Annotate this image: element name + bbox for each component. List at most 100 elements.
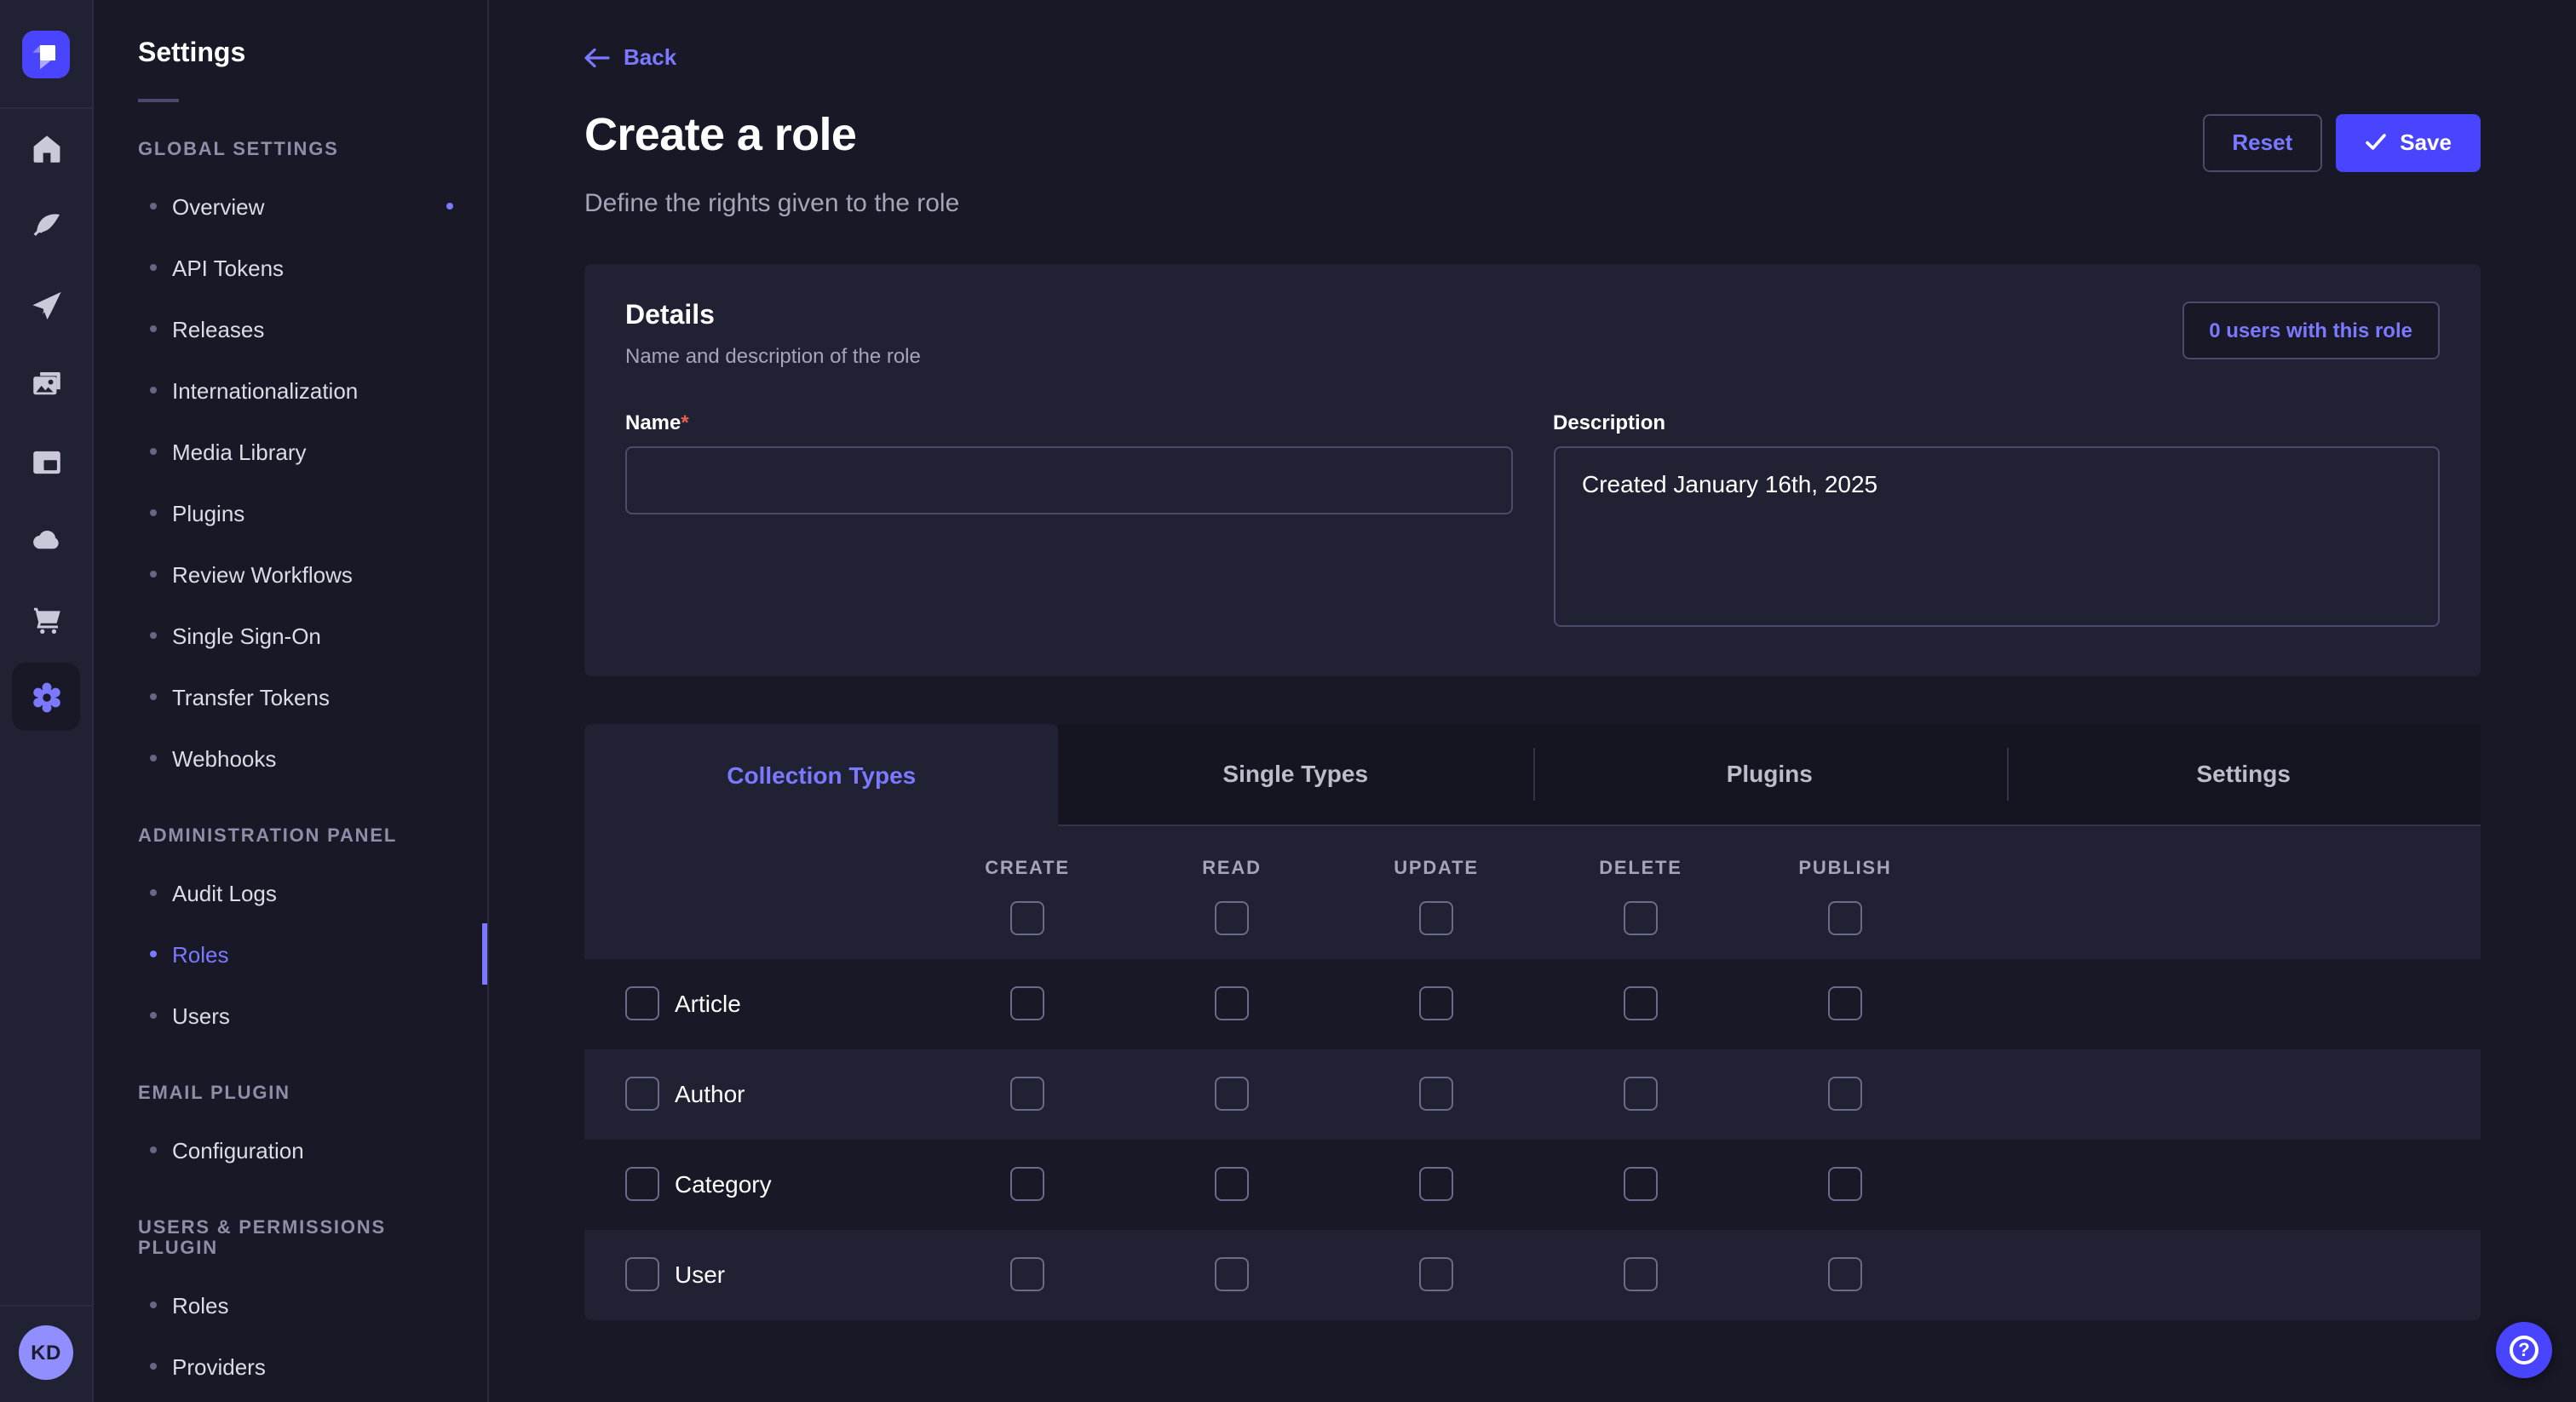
row-label: Article xyxy=(675,990,741,1017)
strapi-logo-icon[interactable] xyxy=(22,30,70,78)
subnav-item-internationalization[interactable]: Internationalization xyxy=(94,359,487,421)
permission-checkbox-category-update[interactable] xyxy=(1419,1167,1453,1201)
subnav-item-configuration[interactable]: Configuration xyxy=(94,1119,487,1181)
subnav-item-label: Roles xyxy=(172,941,229,967)
subnav-item-roles-admin[interactable]: Roles xyxy=(94,923,487,985)
settings-subnav: Settings GLOBAL SETTINGS Overview API To… xyxy=(94,0,489,1402)
main-nav-rail: KD xyxy=(0,0,94,1402)
permission-checkbox-user-read[interactable] xyxy=(1215,1257,1249,1291)
permission-checkbox-category-publish[interactable] xyxy=(1828,1167,1862,1201)
row-label-cell: Category xyxy=(584,1167,925,1201)
subnav-item-users[interactable]: Users xyxy=(94,985,487,1046)
permission-checkbox-article-create[interactable] xyxy=(1010,986,1044,1020)
tab-single-types[interactable]: Single Types xyxy=(1059,723,1533,825)
subnav-item-label: Roles xyxy=(172,1292,229,1318)
tab-settings[interactable]: Settings xyxy=(2007,723,2481,825)
section-label-administration-panel: ADMINISTRATION PANEL xyxy=(138,826,443,847)
subnav-item-review-workflows[interactable]: Review Workflows xyxy=(94,543,487,605)
subnav-item-providers[interactable]: Providers xyxy=(94,1336,487,1397)
row-select-checkbox[interactable] xyxy=(625,1077,659,1111)
user-avatar[interactable]: KD xyxy=(19,1325,73,1380)
permission-checkbox-article-publish[interactable] xyxy=(1828,986,1862,1020)
subnav-item-roles-up[interactable]: Roles xyxy=(94,1274,487,1336)
permission-checkbox-author-create[interactable] xyxy=(1010,1077,1044,1111)
permission-checkbox-article-update[interactable] xyxy=(1419,986,1453,1020)
layout-icon[interactable] xyxy=(12,428,80,496)
row-select-checkbox[interactable] xyxy=(625,1257,659,1291)
subnav-item-overview[interactable]: Overview xyxy=(94,175,487,237)
users-with-role-badge[interactable]: 0 users with this role xyxy=(2182,301,2440,359)
cart-icon[interactable] xyxy=(12,584,80,652)
permission-checkbox-author-read[interactable] xyxy=(1215,1077,1249,1111)
section-label-global-settings: GLOBAL SETTINGS xyxy=(138,140,443,160)
save-button[interactable]: Save xyxy=(2335,113,2481,171)
notification-dot-icon xyxy=(446,203,453,210)
subnav-item-label: Users xyxy=(172,1003,230,1028)
subnav-item-label: Configuration xyxy=(172,1137,304,1163)
select-all-create-checkbox[interactable] xyxy=(1010,901,1044,935)
permissions-table: CREATE READ UPDATE DELETE xyxy=(584,825,2481,1319)
details-subtitle: Name and description of the role xyxy=(625,343,921,367)
header-actions: Reset Save xyxy=(2203,113,2481,171)
back-link[interactable]: Back xyxy=(584,44,676,70)
settings-gear-icon[interactable] xyxy=(12,663,80,731)
subnav-item-label: API Tokens xyxy=(172,255,284,280)
subnav-item-label: Providers xyxy=(172,1353,266,1379)
row-select-checkbox[interactable] xyxy=(625,986,659,1020)
tab-collection-types[interactable]: Collection Types xyxy=(584,723,1059,825)
row-label-cell: Author xyxy=(584,1077,925,1111)
description-label: Description xyxy=(1553,410,2440,434)
details-title: Details xyxy=(625,301,921,331)
select-all-read-checkbox[interactable] xyxy=(1215,901,1249,935)
permission-checkbox-category-create[interactable] xyxy=(1010,1167,1044,1201)
permission-checkbox-author-publish[interactable] xyxy=(1828,1077,1862,1111)
reset-button[interactable]: Reset xyxy=(2203,113,2321,171)
subnav-item-audit-logs[interactable]: Audit Logs xyxy=(94,862,487,923)
home-icon[interactable] xyxy=(12,114,80,182)
subnav-item-api-tokens[interactable]: API Tokens xyxy=(94,237,487,298)
permission-checkbox-category-read[interactable] xyxy=(1215,1167,1249,1201)
subnav-item-label: Media Library xyxy=(172,439,307,464)
permissions-tabs: Collection Types Single Types Plugins Se… xyxy=(584,723,2481,825)
name-input[interactable] xyxy=(625,445,1512,514)
media-library-icon[interactable] xyxy=(12,349,80,417)
table-row-author: Author xyxy=(584,1049,2481,1139)
help-button[interactable]: ? xyxy=(2496,1322,2552,1378)
paper-plane-icon[interactable] xyxy=(12,271,80,339)
permission-checkbox-category-delete[interactable] xyxy=(1624,1167,1658,1201)
select-all-delete-checkbox[interactable] xyxy=(1624,901,1658,935)
cloud-icon[interactable] xyxy=(12,506,80,574)
subnav-item-media-library[interactable]: Media Library xyxy=(94,421,487,482)
subnav-item-plugins[interactable]: Plugins xyxy=(94,482,487,543)
subnav-item-single-sign-on[interactable]: Single Sign-On xyxy=(94,605,487,666)
permission-checkbox-article-delete[interactable] xyxy=(1624,986,1658,1020)
permission-checkbox-user-publish[interactable] xyxy=(1828,1257,1862,1291)
bullet-icon xyxy=(150,1012,157,1019)
permission-checkbox-author-update[interactable] xyxy=(1419,1077,1453,1111)
subnav-item-releases[interactable]: Releases xyxy=(94,298,487,359)
subnav-item-transfer-tokens[interactable]: Transfer Tokens xyxy=(94,666,487,727)
bullet-icon xyxy=(150,509,157,516)
column-label: CREATE xyxy=(985,859,1070,879)
subnav-item-label: Review Workflows xyxy=(172,561,353,587)
feather-icon[interactable] xyxy=(12,192,80,261)
permission-checkbox-article-read[interactable] xyxy=(1215,986,1249,1020)
permission-checkbox-user-create[interactable] xyxy=(1010,1257,1044,1291)
description-textarea[interactable]: Created January 16th, 2025 xyxy=(1553,445,2440,626)
select-all-update-checkbox[interactable] xyxy=(1419,901,1453,935)
question-mark-icon: ? xyxy=(2510,1336,2539,1365)
subnav-item-webhooks[interactable]: Webhooks xyxy=(94,727,487,789)
tab-plugins[interactable]: Plugins xyxy=(1532,723,2007,825)
row-select-checkbox[interactable] xyxy=(625,1167,659,1201)
permission-checkbox-user-update[interactable] xyxy=(1419,1257,1453,1291)
bullet-icon xyxy=(150,325,157,332)
permission-checkbox-user-delete[interactable] xyxy=(1624,1257,1658,1291)
bullet-icon xyxy=(150,1363,157,1370)
permission-checkbox-author-delete[interactable] xyxy=(1624,1077,1658,1111)
details-fields: Name* Description Created January 16th, … xyxy=(625,410,2440,635)
details-card-header: Details Name and description of the role… xyxy=(625,301,2440,367)
column-label: READ xyxy=(1202,859,1262,879)
details-card: Details Name and description of the role… xyxy=(584,263,2481,675)
row-label-cell: Article xyxy=(584,986,925,1020)
select-all-publish-checkbox[interactable] xyxy=(1828,901,1862,935)
